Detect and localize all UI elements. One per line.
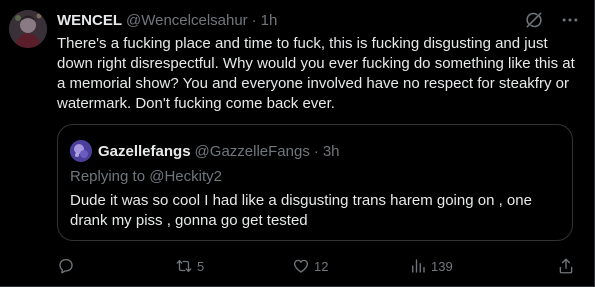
- grok-icon[interactable]: [524, 10, 544, 30]
- quote-text: Dude it was so cool I had like a disgust…: [70, 192, 532, 229]
- retweet-button[interactable]: 5: [175, 254, 204, 278]
- reply-icon: [57, 257, 75, 275]
- heart-icon: [292, 257, 310, 275]
- author-display-name[interactable]: WENCEL: [57, 12, 122, 29]
- more-icon[interactable]: [560, 10, 580, 30]
- reply-button[interactable]: [57, 254, 79, 278]
- quote-author-handle[interactable]: @GazzelleFangs: [195, 143, 310, 160]
- share-icon: [557, 257, 575, 275]
- retweet-count: 5: [197, 258, 205, 274]
- quote-timestamp[interactable]: 3h: [323, 143, 340, 160]
- quote-author-display-name[interactable]: Gazellefangs: [98, 143, 191, 160]
- tweet-timestamp[interactable]: 1h: [261, 12, 278, 29]
- views-icon: [409, 257, 427, 275]
- tweet[interactable]: WENCEL @Wencelcelsahur · 1h There's a fu…: [0, 0, 595, 287]
- quote-header: Gazellefangs @GazzelleFangs · 3h: [98, 140, 340, 162]
- tweet-header: WENCEL @Wencelcelsahur · 1h: [57, 10, 277, 30]
- tweet-top-icons: [524, 10, 580, 30]
- tweet-text: There's a fucking place and time to fuck…: [57, 35, 575, 112]
- quoted-tweet[interactable]: Gazellefangs @GazzelleFangs · 3h Replyin…: [57, 124, 573, 241]
- share-button[interactable]: [557, 254, 575, 278]
- like-button[interactable]: 12: [292, 254, 328, 278]
- author-handle[interactable]: @Wencelcelsahur: [126, 12, 248, 29]
- header-separator: ·: [251, 11, 257, 29]
- quote-replying-to: Replying to @Heckity2: [70, 168, 222, 185]
- views-count: 139: [431, 258, 453, 274]
- views-button[interactable]: 139: [409, 254, 453, 278]
- quote-header-separator: ·: [313, 142, 319, 160]
- author-avatar[interactable]: [9, 10, 47, 48]
- like-count: 12: [314, 258, 329, 274]
- tweet-actions: 5 12 139: [57, 254, 577, 278]
- retweet-icon: [175, 257, 193, 275]
- quote-author-avatar[interactable]: [70, 140, 92, 162]
